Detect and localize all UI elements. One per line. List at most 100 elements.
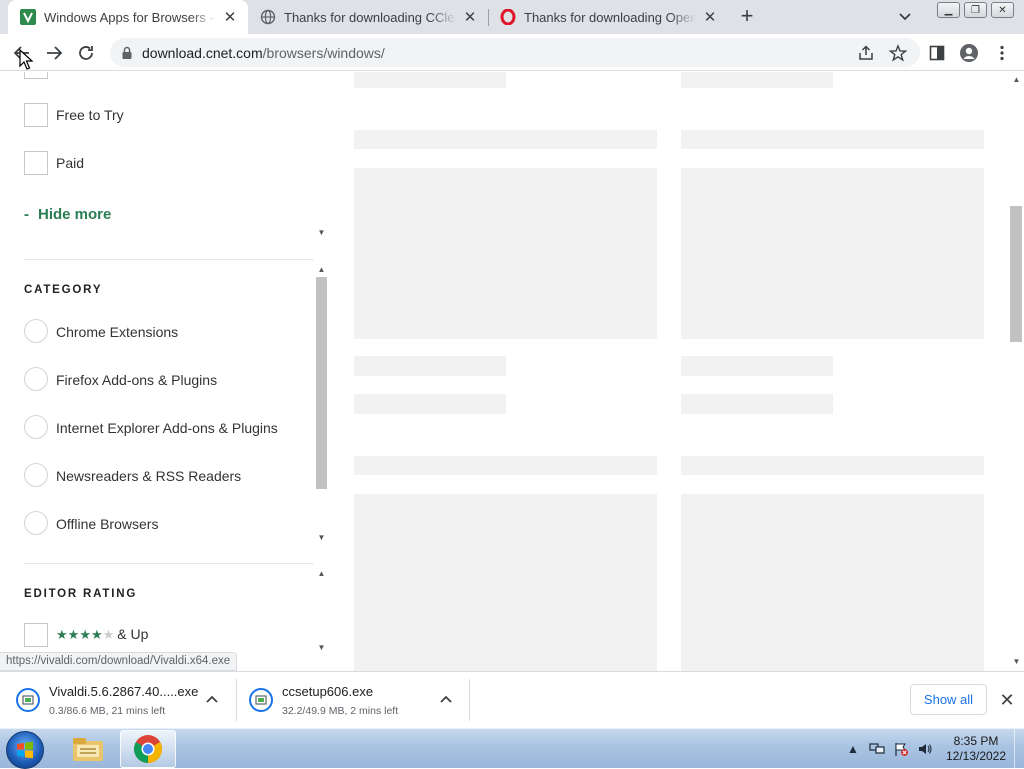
reload-icon[interactable] (75, 42, 97, 64)
url-path: /browsers/windows/ (262, 44, 385, 61)
skeleton-text (354, 394, 506, 414)
skeleton-text (681, 356, 833, 376)
scroll-down-arrow-icon[interactable]: ▼ (317, 644, 326, 652)
hide-more-link[interactable]: - Hide more (24, 206, 111, 223)
collapse-dash-icon: - (24, 206, 29, 223)
category-scrollbar[interactable]: ▲ ▼ (314, 264, 329, 544)
volume-icon[interactable] (917, 741, 933, 757)
scroll-up-arrow-icon[interactable]: ▲ (317, 570, 326, 578)
close-tab-icon[interactable]: ✕ (460, 7, 480, 27)
free-to-try-label: Free to Try (56, 107, 124, 123)
scroll-down-arrow-icon[interactable]: ▼ (317, 229, 326, 237)
profile-avatar-icon[interactable] (958, 42, 980, 64)
tab-title: Windows Apps for Browsers - CNET Downloa… (44, 9, 216, 25)
minimize-icon[interactable]: ▁ (937, 2, 960, 18)
chevron-up-icon[interactable] (205, 692, 219, 706)
side-panel-icon[interactable] (926, 42, 948, 64)
tab-ccleaner[interactable]: Thanks for downloading CCleaner ✕ (248, 0, 488, 34)
category-label: Offline Browsers (56, 516, 159, 532)
category-label: Internet Explorer Add-ons & Plugins (56, 420, 278, 436)
forward-arrow-icon[interactable] (43, 42, 65, 64)
category-heading: CATEGORY (24, 284, 103, 296)
category-label: Firefox Add-ons & Plugins (56, 372, 218, 388)
windows-start-icon[interactable] (6, 731, 44, 769)
page-scrollbar[interactable]: ▲ ▼ (1008, 72, 1024, 671)
rating-checkbox[interactable] (24, 623, 48, 647)
show-all-button[interactable]: Show all (910, 684, 987, 715)
close-window-icon[interactable]: ✕ (991, 2, 1014, 18)
category-radio[interactable] (24, 415, 48, 439)
scrollbar-thumb[interactable] (316, 277, 327, 489)
clock-date: 12/13/2022 (945, 749, 1007, 763)
kebab-menu-icon[interactable] (991, 42, 1013, 64)
category-radio[interactable] (24, 463, 48, 487)
mouse-cursor-icon (19, 49, 33, 70)
paid-checkbox[interactable] (24, 151, 48, 175)
action-center-flag-icon[interactable] (893, 741, 909, 757)
new-tab-icon[interactable]: + (737, 5, 757, 27)
section-divider (24, 259, 314, 260)
skeleton-title (681, 456, 984, 475)
show-hidden-icons-icon[interactable]: ▲ (845, 741, 861, 757)
tab-title: Thanks for downloading CCleaner (284, 9, 456, 25)
category-radio[interactable] (24, 367, 48, 391)
close-shelf-icon[interactable]: ✕ (997, 690, 1017, 710)
installer-file-icon (16, 688, 40, 712)
windows-explorer-icon[interactable] (60, 730, 116, 768)
browser-toolbar: download.cnet.com/browsers/windows/ (0, 34, 1024, 71)
skeleton-image (681, 168, 984, 339)
filter-sidebar: Free to Try Paid - Hide more ▼ CATEGORY C… (0, 72, 335, 671)
skeleton-image (681, 494, 984, 671)
address-bar[interactable]: download.cnet.com/browsers/windows/ (110, 38, 920, 67)
section-divider (24, 563, 314, 564)
installer-file-icon (249, 688, 273, 712)
tab-cnet[interactable]: Windows Apps for Browsers - CNET Downloa… (8, 0, 248, 34)
download-filename: ccsetup606.exe (282, 684, 374, 699)
lock-icon[interactable] (120, 46, 134, 60)
clock-time: 8:35 PM (953, 734, 999, 748)
skeleton-text (681, 72, 833, 88)
star-icon: ★ (79, 627, 91, 642)
scroll-down-arrow-icon[interactable]: ▼ (317, 534, 326, 542)
chevron-down-icon[interactable] (896, 9, 914, 25)
rating-stars: ★★★★★ & Up (56, 626, 148, 643)
star-icon: ★ (67, 627, 80, 642)
show-desktop-button[interactable] (1014, 729, 1024, 769)
paid-label: Paid (56, 155, 85, 171)
skeleton-text (354, 72, 506, 88)
category-radio[interactable] (24, 511, 48, 535)
scroll-down-arrow-icon[interactable]: ▼ (1012, 658, 1021, 666)
close-tab-icon[interactable]: ✕ (220, 7, 240, 27)
scroll-up-arrow-icon[interactable]: ▲ (1012, 76, 1021, 84)
download-item[interactable]: Vivaldi.5.6.2867.40.....exe 0.3/86.6 MB,… (0, 672, 236, 728)
page-content: Free to Try Paid - Hide more ▼ CATEGORY C… (0, 72, 1024, 671)
download-item[interactable]: ccsetup606.exe 32.2/49.9 MB, 2 mins left (233, 672, 469, 728)
scrollbar-thumb[interactable] (1010, 206, 1022, 342)
free-to-try-checkbox[interactable] (24, 103, 48, 127)
chrome-icon[interactable] (120, 730, 176, 768)
bookmark-star-icon[interactable] (887, 42, 909, 64)
skeleton-text (354, 356, 506, 376)
chevron-up-icon[interactable] (439, 692, 453, 706)
close-tab-icon[interactable]: ✕ (700, 7, 720, 27)
license-scrollbar[interactable]: ▼ (314, 227, 329, 239)
rating-scrollbar[interactable]: ▲ ▼ (314, 568, 329, 658)
download-filename: Vivaldi.5.6.2867.40.....exe (49, 684, 199, 699)
tab-opera[interactable]: Thanks for downloading Opera ✕ (488, 0, 728, 34)
editor-rating-heading: EDITOR RATING (24, 588, 138, 600)
share-icon[interactable] (855, 42, 877, 64)
network-icon[interactable] (869, 741, 885, 757)
restore-icon[interactable]: ❐ (964, 2, 987, 18)
scroll-up-arrow-icon[interactable]: ▲ (317, 266, 326, 274)
window-controls: ▁ ❐ ✕ (937, 2, 1014, 18)
rating-suffix: & Up (117, 626, 149, 642)
skeleton-text (681, 394, 833, 414)
category-radio[interactable] (24, 319, 48, 343)
status-bar-url: https://vivaldi.com/download/Vivaldi.x64… (0, 652, 238, 671)
tab-title: Thanks for downloading Opera (524, 9, 696, 25)
category-label: Newsreaders & RSS Readers (56, 468, 242, 484)
license-checkbox[interactable] (24, 72, 48, 79)
star-icon: ★ (90, 627, 103, 642)
taskbar-clock[interactable]: 8:35 PM 12/13/2022 (940, 734, 1012, 764)
windows-taskbar: ▲ 8:35 PM 12/13/2022 (0, 728, 1024, 769)
